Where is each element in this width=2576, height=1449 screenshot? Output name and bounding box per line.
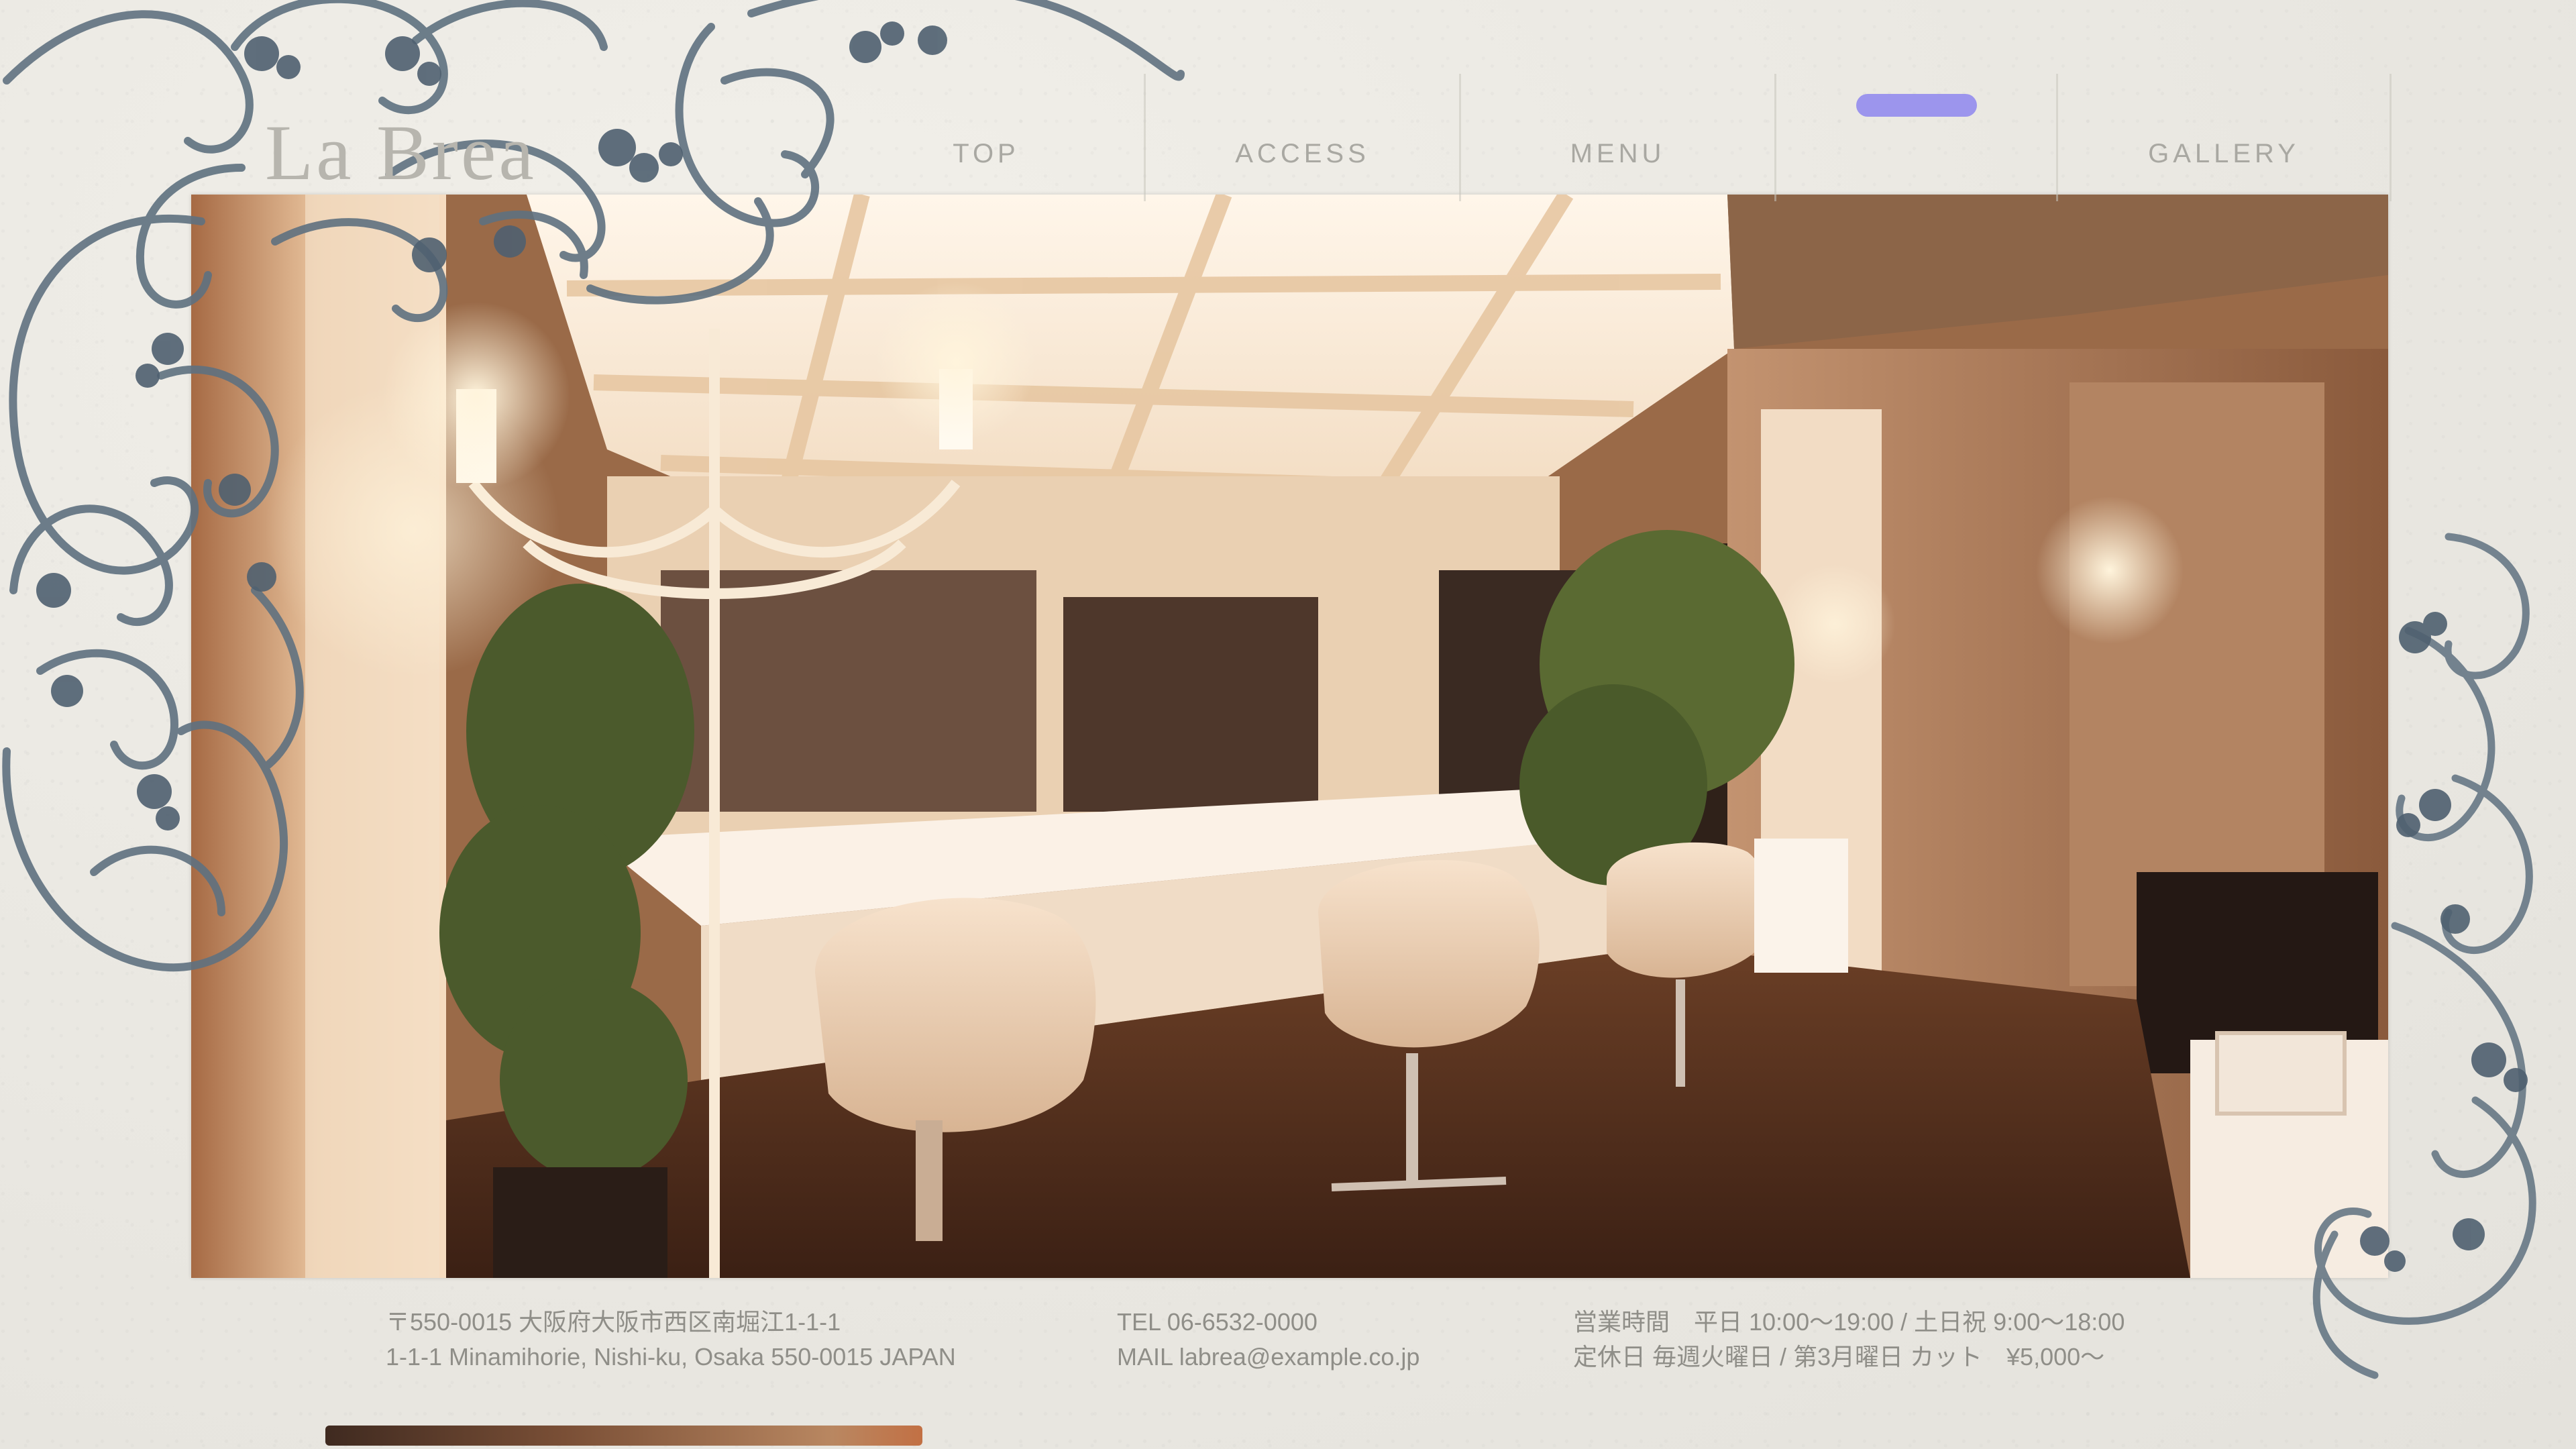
page: La Brea TOP ACCESS MENU GALLERY 〒550-001… [0, 0, 2576, 1449]
nav-item-active[interactable] [1774, 74, 2056, 201]
address-line-1: 〒550-0015 大阪府大阪市西区南堀江1-1-1 [386, 1308, 841, 1336]
site-logo[interactable]: La Brea [265, 107, 537, 199]
hours-line-2: 定休日 毎週火曜日 / 第3月曜日 カット ¥5,000〜 [1573, 1343, 2105, 1371]
thumbnail-strip[interactable] [325, 1426, 922, 1446]
tel-line[interactable]: TEL 06-6532-0000 [1117, 1305, 1419, 1340]
nav-item-access[interactable]: ACCESS [1144, 74, 1459, 201]
active-indicator [1856, 94, 1977, 117]
footer-hours: 営業時間 平日 10:00〜19:00 / 土日祝 9:00〜18:00 定休日… [1573, 1305, 2125, 1375]
hero-photo [191, 195, 2388, 1278]
nav-label: TOP [953, 139, 1020, 168]
site-footer: 〒550-0015 大阪府大阪市西区南堀江1-1-1 1-1-1 Minamih… [386, 1305, 2197, 1385]
hours-line-1: 営業時間 平日 10:00〜19:00 / 土日祝 9:00〜18:00 [1573, 1308, 2125, 1336]
nav-item-top[interactable]: TOP [828, 74, 1144, 201]
mail-line[interactable]: MAIL labrea@example.co.jp [1117, 1340, 1419, 1375]
main-nav: TOP ACCESS MENU GALLERY [828, 74, 2392, 201]
salon-interior-image [191, 195, 2388, 1278]
address-line-2: 1-1-1 Minamihorie, Nishi-ku, Osaka 550-0… [386, 1343, 956, 1371]
nav-item-gallery[interactable]: GALLERY [2056, 74, 2392, 201]
footer-contact: TEL 06-6532-0000 MAIL labrea@example.co.… [1117, 1305, 1419, 1375]
nav-item-menu[interactable]: MENU [1459, 74, 1774, 201]
footer-address: 〒550-0015 大阪府大阪市西区南堀江1-1-1 1-1-1 Minamih… [386, 1305, 956, 1375]
nav-label: MENU [1570, 139, 1666, 168]
nav-label: ACCESS [1235, 139, 1370, 168]
nav-label: GALLERY [2148, 139, 2300, 168]
